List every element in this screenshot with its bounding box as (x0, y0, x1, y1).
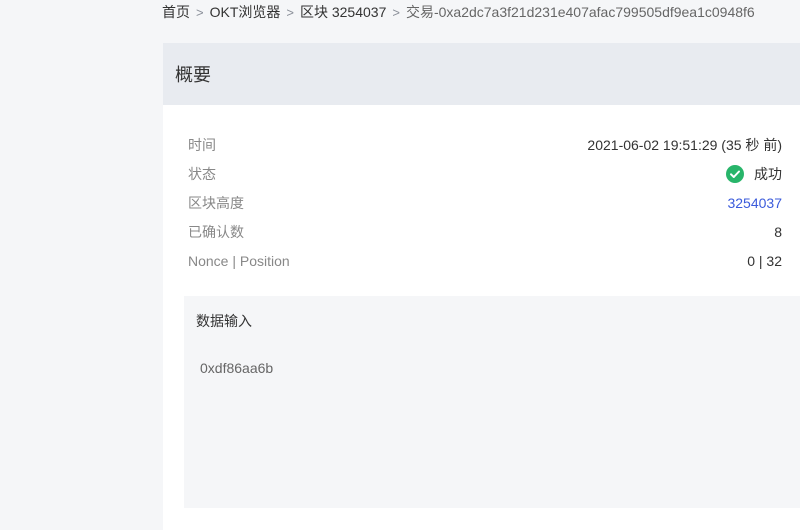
detail-list: 时间 2021-06-02 19:51:29 (35 秒 前) 状态 成功 区块… (188, 130, 782, 275)
block-height-link[interactable]: 3254037 (727, 195, 782, 211)
overview-header: 概要 (163, 43, 800, 105)
breadcrumb-home-link[interactable]: 首页 (162, 2, 190, 22)
status-value-wrap: 成功 (726, 164, 782, 184)
breadcrumb: 首页 > OKT浏览器 > 区块 3254037 > 交易-0xa2dc7a3f… (162, 0, 800, 24)
nonce-label: Nonce | Position (188, 252, 290, 269)
breadcrumb-separator: > (196, 4, 204, 20)
detail-row-confirmations: 已确认数 8 (188, 217, 782, 246)
detail-row-block-height: 区块高度 3254037 (188, 188, 782, 217)
status-value: 成功 (754, 165, 782, 182)
data-input-box: 数据输入 0xdf86aa6b (184, 296, 800, 508)
check-circle-icon (726, 164, 744, 183)
breadcrumb-explorer-link[interactable]: OKT浏览器 (210, 2, 281, 22)
status-label: 状态 (188, 165, 216, 182)
breadcrumb-separator: > (286, 4, 294, 20)
confirmations-label: 已确认数 (188, 223, 244, 240)
confirmations-value: 8 (774, 223, 782, 240)
detail-row-status: 状态 成功 (188, 159, 782, 188)
time-label: 时间 (188, 136, 216, 153)
breadcrumb-separator: > (392, 4, 400, 20)
overview-title: 概要 (175, 65, 211, 85)
time-value: 2021-06-02 19:51:29 (35 秒 前) (587, 136, 782, 153)
data-input-value: 0xdf86aa6b (200, 360, 274, 376)
breadcrumb-current-tx: 交易-0xa2dc7a3f21d231e407afac799505df9ea1c… (405, 4, 755, 20)
overview-card: 概要 时间 2021-06-02 19:51:29 (35 秒 前) 状态 成功… (163, 43, 800, 530)
data-input-title: 数据输入 (196, 313, 252, 329)
detail-row-nonce: Nonce | Position 0 | 32 (188, 246, 782, 275)
block-height-label: 区块高度 (188, 194, 244, 211)
breadcrumb-block-link[interactable]: 区块 3254037 (300, 2, 386, 22)
nonce-value: 0 | 32 (747, 252, 782, 269)
detail-row-time: 时间 2021-06-02 19:51:29 (35 秒 前) (188, 130, 782, 159)
